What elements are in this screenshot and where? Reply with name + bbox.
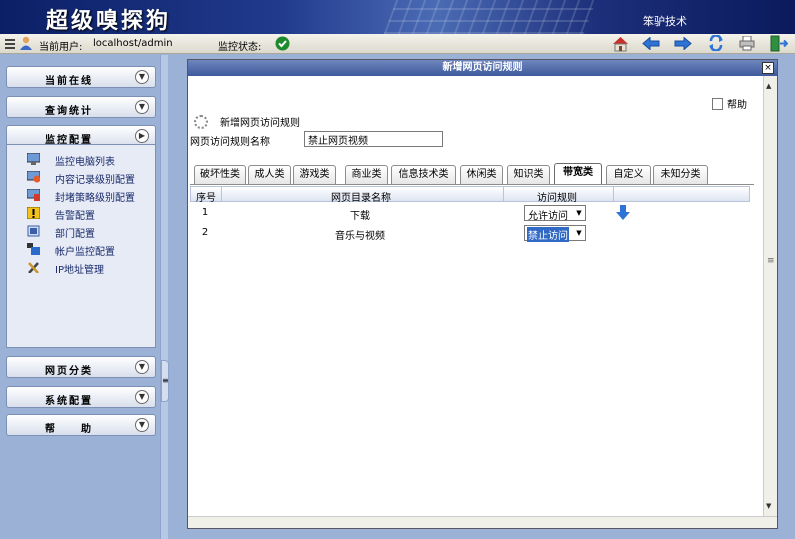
tab-adult[interactable]: 成人类 bbox=[248, 165, 291, 184]
scroll-up-icon[interactable]: ▲ bbox=[766, 82, 771, 90]
department-icon bbox=[27, 225, 40, 237]
section-label: 系统配置 bbox=[45, 396, 93, 407]
gear-icon bbox=[194, 115, 208, 129]
select-value: 允许访问 bbox=[528, 211, 568, 222]
section-heading: 新增网页访问规则 bbox=[194, 114, 300, 129]
app-banner: 超级嗅探狗 笨驴技术 bbox=[0, 0, 795, 34]
section-online[interactable]: 当前在线 ▼ bbox=[6, 66, 156, 88]
help-button[interactable]: 帮助 bbox=[712, 96, 747, 111]
table-header: 序号 网页目录名称 访问规则 bbox=[190, 186, 750, 204]
refresh-icon[interactable] bbox=[708, 34, 724, 54]
block-policy-icon bbox=[27, 189, 40, 201]
column-header-index: 序号 bbox=[196, 193, 216, 204]
sidebar-item-label: 帐户监控配置 bbox=[55, 247, 115, 258]
sidebar-item-label: 监控电脑列表 bbox=[55, 157, 115, 168]
monitor-icon bbox=[27, 153, 40, 165]
sidebar-item-label: IP地址管理 bbox=[55, 265, 104, 276]
access-rule-select[interactable]: 禁止访问 ▼ bbox=[524, 225, 586, 242]
monitor-status-label: 监控状态: bbox=[218, 42, 262, 53]
menu-icon[interactable] bbox=[5, 38, 15, 52]
chevron-right-icon[interactable]: ▶ bbox=[135, 129, 149, 143]
company-name: 笨驴技术 bbox=[643, 15, 687, 28]
home-icon[interactable] bbox=[612, 35, 629, 55]
row-name: 下载 bbox=[350, 211, 370, 222]
splitter-handle[interactable]: ≡ bbox=[161, 360, 169, 402]
chevron-down-icon[interactable]: ▼ bbox=[573, 226, 585, 240]
section-label: 帮 助 bbox=[45, 424, 93, 435]
tab-knowledge[interactable]: 知识类 bbox=[507, 165, 550, 184]
rule-name-input[interactable] bbox=[304, 131, 443, 147]
chevron-down-icon[interactable]: ▼ bbox=[135, 70, 149, 84]
tab-bandwidth[interactable]: 带宽类 bbox=[554, 163, 602, 184]
exit-icon[interactable] bbox=[770, 35, 789, 55]
status-ok-icon bbox=[275, 36, 290, 54]
tab-it[interactable]: 信息技术类 bbox=[391, 165, 456, 184]
sidebar-item-label: 内容记录级别配置 bbox=[55, 175, 135, 186]
move-down-icon[interactable] bbox=[616, 205, 630, 221]
table-row: 1 下载 允许访问 ▼ bbox=[190, 203, 750, 223]
sidebar-item-label: 告警配置 bbox=[55, 211, 95, 222]
monitor-config-panel: 监控电脑列表 内容记录级别配置 封堵策略级别配置 告警配置 部门配置 帐户监控配… bbox=[6, 144, 156, 348]
tab-divider bbox=[190, 184, 754, 185]
help-label: 帮助 bbox=[727, 100, 747, 111]
row-name: 音乐与视频 bbox=[335, 231, 385, 242]
back-arrow-icon[interactable] bbox=[642, 36, 660, 53]
section-help[interactable]: 帮 助 ▼ bbox=[6, 414, 156, 436]
new-rule-dialog: 新增网页访问规则 × 帮助 新增网页访问规则 网页访问规则名称 破坏性类 成人类… bbox=[187, 59, 778, 529]
tools-icon bbox=[28, 262, 39, 273]
account-icon bbox=[27, 243, 40, 255]
chevron-down-icon[interactable]: ▼ bbox=[135, 390, 149, 404]
select-value: 禁止访问 bbox=[527, 227, 569, 242]
toolbar: 当前用户: localhost/admin 监控状态: bbox=[0, 34, 795, 54]
section-system-config[interactable]: 系统配置 ▼ bbox=[6, 386, 156, 408]
dialog-status-bar bbox=[188, 516, 777, 528]
column-header-rule: 访问规则 bbox=[537, 193, 577, 204]
tab-business[interactable]: 商业类 bbox=[345, 165, 388, 184]
section-label: 新增网页访问规则 bbox=[220, 118, 300, 129]
access-rule-select[interactable]: 允许访问 ▼ bbox=[524, 205, 586, 222]
warning-icon bbox=[27, 207, 40, 219]
dialog-body: 帮助 新增网页访问规则 网页访问规则名称 破坏性类 成人类 游戏类 商业类 信息… bbox=[188, 76, 762, 516]
section-statistics[interactable]: 查询统计 ▼ bbox=[6, 96, 156, 118]
app-title: 超级嗅探狗 bbox=[46, 8, 172, 34]
scroll-grip-icon[interactable]: ≡ bbox=[767, 256, 775, 266]
user-icon bbox=[20, 36, 32, 53]
forward-arrow-icon[interactable] bbox=[674, 36, 692, 53]
sidebar-splitter[interactable]: ≡ bbox=[160, 55, 169, 539]
section-label: 查询统计 bbox=[45, 106, 93, 117]
tab-unknown[interactable]: 未知分类 bbox=[653, 165, 708, 184]
close-icon[interactable]: × bbox=[762, 62, 774, 74]
tab-destructive[interactable]: 破坏性类 bbox=[194, 165, 246, 184]
tab-custom[interactable]: 自定义 bbox=[606, 165, 651, 184]
sidebar-item-label: 封堵策略级别配置 bbox=[55, 193, 135, 204]
tab-games[interactable]: 游戏类 bbox=[293, 165, 336, 184]
table-row: 2 音乐与视频 禁止访问 ▼ bbox=[190, 223, 750, 243]
current-user-label: 当前用户: bbox=[39, 42, 83, 53]
chevron-down-icon[interactable]: ▼ bbox=[135, 360, 149, 374]
record-config-icon bbox=[27, 171, 40, 183]
section-label: 网页分类 bbox=[45, 366, 93, 377]
chevron-down-icon[interactable]: ▼ bbox=[135, 418, 149, 432]
sidebar-item-label: 部门配置 bbox=[55, 229, 95, 240]
banner-decoration bbox=[383, 0, 597, 34]
section-web-category[interactable]: 网页分类 ▼ bbox=[6, 356, 156, 378]
help-icon bbox=[712, 98, 723, 110]
tab-leisure[interactable]: 休闲类 bbox=[460, 165, 503, 184]
row-index: 1 bbox=[201, 207, 209, 218]
chevron-down-icon[interactable]: ▼ bbox=[135, 100, 149, 114]
vertical-scrollbar[interactable]: ▲ ≡ ▼ bbox=[763, 76, 777, 516]
chevron-down-icon[interactable]: ▼ bbox=[573, 206, 585, 220]
row-index: 2 bbox=[201, 227, 209, 238]
section-label: 当前在线 bbox=[45, 76, 93, 87]
column-header-name: 网页目录名称 bbox=[331, 193, 391, 204]
rule-name-label: 网页访问规则名称 bbox=[190, 137, 270, 148]
scroll-down-icon[interactable]: ▼ bbox=[766, 502, 771, 510]
current-user-value: localhost/admin bbox=[93, 38, 173, 49]
print-icon[interactable] bbox=[739, 35, 755, 54]
dialog-title: 新增网页访问规则 bbox=[188, 60, 777, 76]
column-divider bbox=[613, 187, 614, 202]
